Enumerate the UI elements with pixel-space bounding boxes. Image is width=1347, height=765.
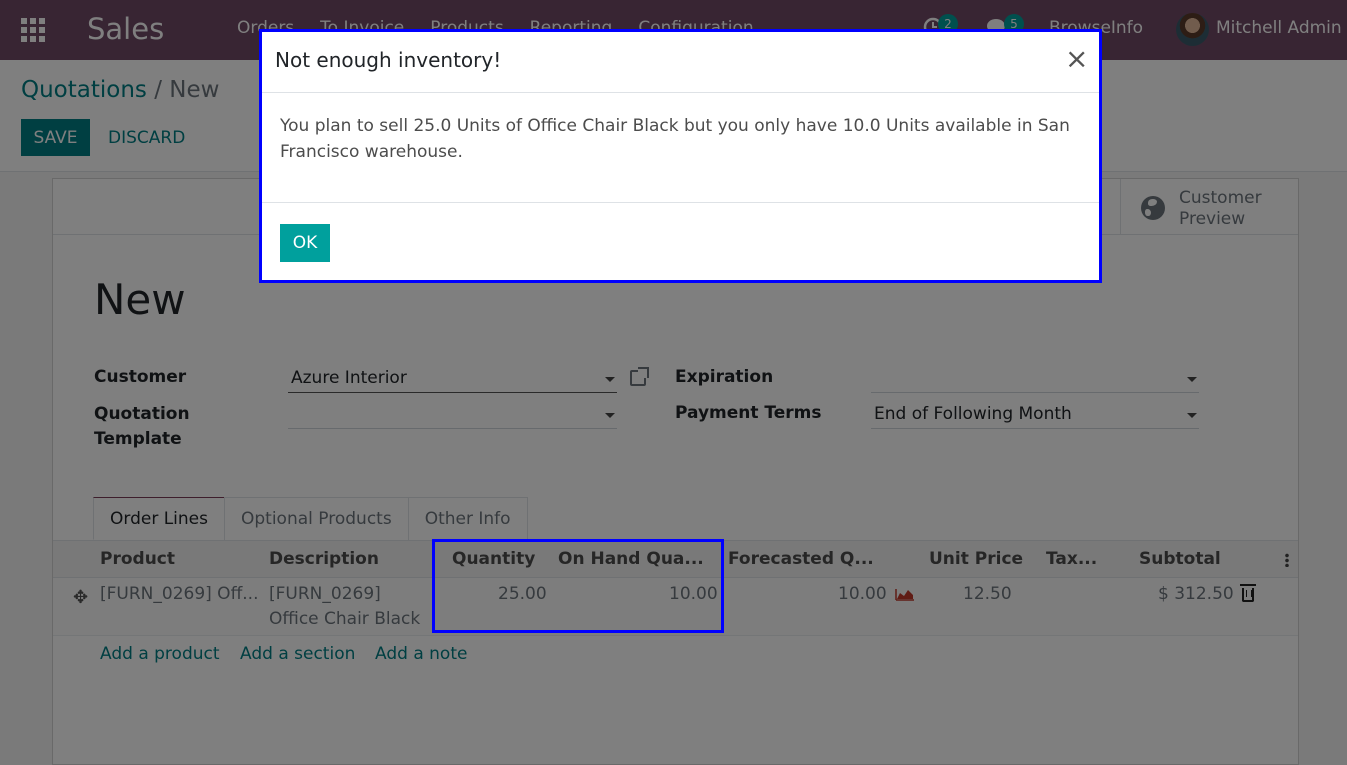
dialog-footer: OK	[262, 202, 1099, 280]
dialog-message: You plan to sell 25.0 Units of Office Ch…	[280, 116, 1070, 162]
highlight-quantity-onhand	[432, 539, 724, 633]
inventory-warning-dialog: Not enough inventory! × You plan to sell…	[259, 29, 1102, 283]
dialog-header: Not enough inventory! ×	[262, 32, 1099, 93]
dialog-title: Not enough inventory!	[275, 48, 502, 72]
close-icon[interactable]: ×	[1065, 43, 1088, 75]
ok-button[interactable]: OK	[280, 224, 330, 262]
